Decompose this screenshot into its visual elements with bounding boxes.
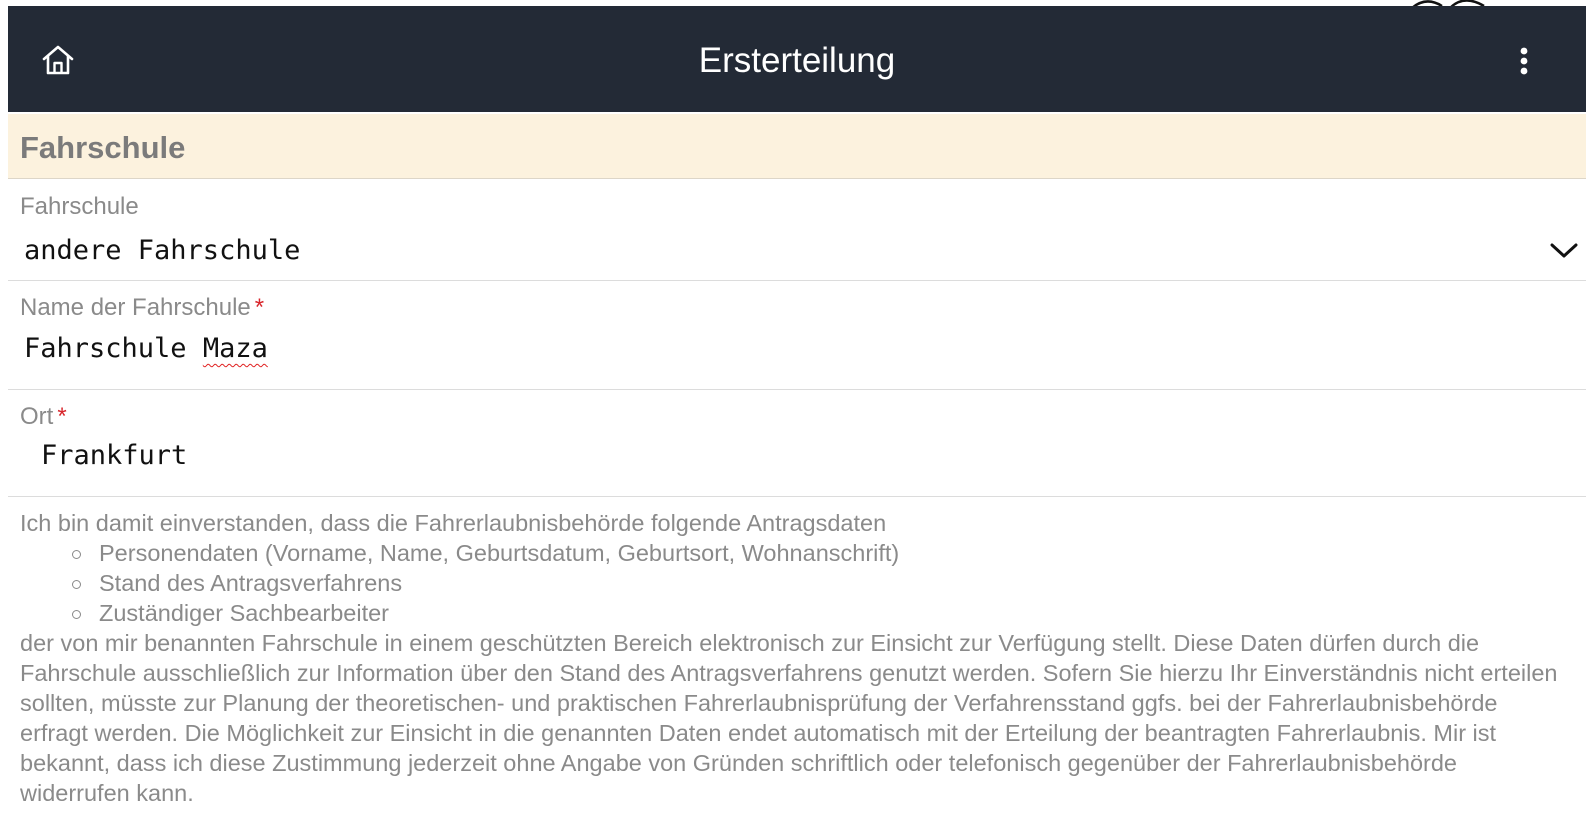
fahrschule-value: andere Fahrschule xyxy=(24,235,301,266)
page-title: Ersterteilung xyxy=(698,41,896,80)
fahrschule-name-label: Name der Fahrschule * xyxy=(20,294,264,322)
fahrschule-name-input[interactable]: Fahrschule Maza xyxy=(24,333,268,364)
fahrschule-label: Fahrschule xyxy=(20,193,139,220)
more-menu-button[interactable] xyxy=(1512,40,1536,84)
app-header: Ersterteilung xyxy=(8,6,1586,112)
fahrschule-name-word: Fahrschule xyxy=(24,333,187,364)
ort-field: Ort * Frankfurt xyxy=(8,390,1586,497)
required-marker: * xyxy=(254,294,265,321)
section-header: Fahrschule xyxy=(8,114,1586,179)
ort-label-text: Ort xyxy=(20,403,54,430)
ort-input[interactable]: Frankfurt xyxy=(41,440,187,471)
list-item-text: Stand des Antragsverfahrens xyxy=(99,570,403,596)
section-title: Fahrschule xyxy=(20,130,186,165)
list-item: Zuständiger Sachbearbeiter xyxy=(72,598,1570,628)
list-item-text: Zuständiger Sachbearbeiter xyxy=(99,600,390,626)
bullet-icon xyxy=(72,580,81,589)
list-item: Personendaten (Vorname, Name, Geburtsdat… xyxy=(72,538,1570,568)
fahrschule-select[interactable]: Fahrschule andere Fahrschule xyxy=(8,179,1586,281)
more-vertical-icon xyxy=(1520,47,1528,75)
consent-text: Ich bin damit einverstanden, dass die Fa… xyxy=(20,508,1570,808)
ort-label: Ort * xyxy=(20,403,67,431)
fahrschule-name-label-text: Name der Fahrschule xyxy=(20,294,251,321)
consent-intro: Ich bin damit einverstanden, dass die Fa… xyxy=(20,510,887,536)
list-item-text: Personendaten (Vorname, Name, Geburtsdat… xyxy=(99,540,900,566)
fahrschule-name-field: Name der Fahrschule * Fahrschule Maza xyxy=(8,281,1586,390)
bullet-icon xyxy=(72,550,81,559)
spellcheck-word: Maza xyxy=(202,333,268,364)
bullet-icon xyxy=(72,610,81,619)
consent-body: der von mir benannten Fahrschule in eine… xyxy=(20,630,1558,806)
required-marker: * xyxy=(57,403,67,430)
consent-list: Personendaten (Vorname, Name, Geburtsdat… xyxy=(20,538,1570,628)
list-item: Stand des Antragsverfahrens xyxy=(72,568,1570,598)
chevron-down-icon[interactable] xyxy=(1548,241,1580,261)
